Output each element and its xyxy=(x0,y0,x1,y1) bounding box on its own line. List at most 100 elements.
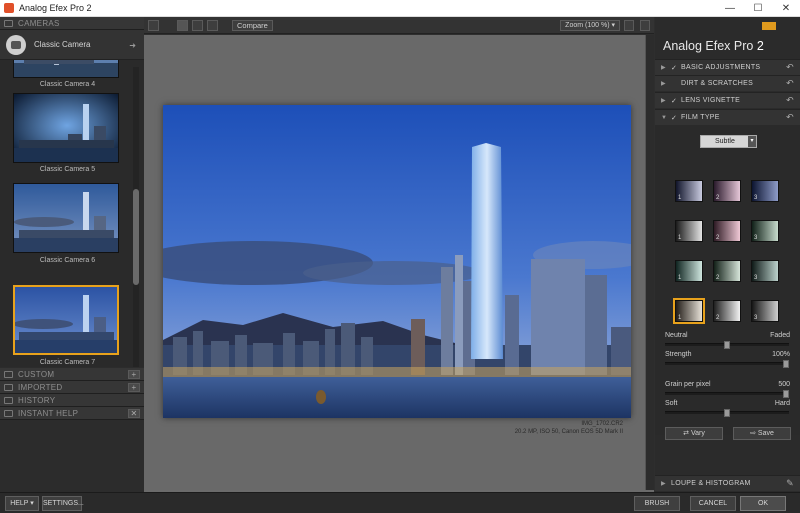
checkmark-icon[interactable]: ✓ xyxy=(671,64,681,72)
section-film-type[interactable]: ▼ ✓ FILM TYPE ↶ xyxy=(655,109,800,125)
split-view-icon[interactable] xyxy=(192,19,203,31)
save-icon: ⇨ xyxy=(750,430,756,437)
folder-icon xyxy=(4,370,13,378)
add-icon[interactable]: + xyxy=(128,370,140,379)
help-icon xyxy=(4,409,13,417)
expand-arrow-icon[interactable]: ▶ xyxy=(661,64,671,71)
film-swatch[interactable]: 3 xyxy=(751,300,779,322)
help-button[interactable]: HELP ▾ xyxy=(5,496,39,511)
chevron-down-icon: ▾ xyxy=(611,22,615,29)
close-button[interactable]: ✕ xyxy=(772,0,800,17)
single-view-icon[interactable] xyxy=(177,19,188,31)
fit-view-icon[interactable] xyxy=(148,19,159,31)
thumbnail-label: Classic Camera 5 xyxy=(39,166,96,173)
film-swatch[interactable]: 2 xyxy=(713,260,741,282)
close-help-icon[interactable]: ✕ xyxy=(128,409,140,418)
cameras-header[interactable]: CAMERAS xyxy=(0,17,144,30)
thumbnail-classic-camera-4[interactable] xyxy=(13,60,119,78)
light-bulb-icon[interactable] xyxy=(624,20,634,31)
scrollbar-thumb[interactable] xyxy=(133,189,139,285)
lower-sections: CUSTOM + IMPORTED + HISTORY INSTANT HELP ✕ xyxy=(0,368,144,420)
reset-icon[interactable]: ↶ xyxy=(786,95,794,106)
checkmark-icon[interactable]: ✓ xyxy=(671,114,681,122)
section-imported[interactable]: IMPORTED + xyxy=(0,381,144,394)
section-history[interactable]: HISTORY xyxy=(0,394,144,407)
vary-button[interactable]: ⇄ Vary xyxy=(665,427,723,440)
view-toolbar: Compare Zoom (100 %) ▾ xyxy=(144,17,654,34)
side-by-side-view-icon[interactable] xyxy=(207,19,218,31)
vary-label: Vary xyxy=(690,430,705,437)
section-label: LOUPE & HISTOGRAM xyxy=(671,480,751,487)
section-custom[interactable]: CUSTOM + xyxy=(0,368,144,381)
background-color-icon[interactable] xyxy=(640,20,650,31)
pin-icon[interactable]: ✎ xyxy=(786,478,794,489)
strength-slider[interactable] xyxy=(665,360,789,368)
minimize-button[interactable]: — xyxy=(716,0,744,17)
nik-logo xyxy=(762,22,776,30)
preset-thumbnails: Classic Camera 4 Classic Camera 5 Classi… xyxy=(0,60,144,367)
slider-handle[interactable] xyxy=(724,409,730,417)
film-swatch[interactable]: 2 xyxy=(713,300,741,322)
section-basic-adjustments[interactable]: ▶ ✓ BASIC ADJUSTMENTS ↶ xyxy=(655,59,800,75)
film-swatch[interactable]: 2 xyxy=(713,220,741,242)
save-button[interactable]: ⇨ Save xyxy=(733,427,791,440)
swatch-number: 1 xyxy=(678,195,682,201)
preset-name: Classic Camera xyxy=(34,40,91,49)
canvas-scrollbar[interactable] xyxy=(646,35,654,490)
swatch-number: 2 xyxy=(716,235,720,241)
expand-arrow-icon[interactable]: ▶ xyxy=(661,97,671,104)
thumbnail-classic-camera-7[interactable] xyxy=(13,285,119,355)
cancel-button[interactable]: CANCEL xyxy=(690,496,736,511)
neutral-faded-slider[interactable] xyxy=(665,341,789,349)
section-label: LENS VIGNETTE xyxy=(681,97,741,104)
soft-hard-slider[interactable] xyxy=(665,409,789,417)
swatch-number: 3 xyxy=(754,195,758,201)
save-label: Save xyxy=(757,430,774,437)
dropdown-value: Subtle xyxy=(715,138,735,145)
expand-arrow-icon[interactable]: ▶ xyxy=(661,80,671,87)
collapse-arrow-icon[interactable]: ▼ xyxy=(661,115,671,121)
film-swatch[interactable]: 3 xyxy=(751,260,779,282)
ok-button[interactable]: OK xyxy=(740,496,786,511)
preview-area: IMG_1702.CR2 20.2 MP, ISO 50, Canon EOS … xyxy=(144,35,646,490)
arrow-right-icon: ➜ xyxy=(129,41,136,50)
slider-handle[interactable] xyxy=(783,390,789,398)
brush-button[interactable]: BRUSH xyxy=(634,496,680,511)
thumbnails-scrollbar[interactable] xyxy=(133,67,139,367)
checkmark-icon[interactable]: ✓ xyxy=(671,97,681,105)
maximize-button[interactable]: ☐ xyxy=(744,0,772,17)
reset-icon[interactable]: ↶ xyxy=(786,78,794,89)
section-label: HISTORY xyxy=(18,395,56,405)
settings-button[interactable]: SETTINGS... xyxy=(42,496,84,511)
film-swatch[interactable]: 1 xyxy=(675,180,703,202)
film-type-panel: Subtle ▾ 1 2 3 1 2 3 1 2 3 1 2 3 Neutral Faded Stren… xyxy=(655,125,800,435)
zoom-dropdown[interactable]: Zoom (100 %) ▾ xyxy=(560,20,620,31)
thumbnail-classic-camera-5[interactable] xyxy=(13,93,119,163)
reset-icon[interactable]: ↶ xyxy=(786,62,794,73)
add-icon[interactable]: + xyxy=(128,383,140,392)
section-loupe-histogram[interactable]: ▶ LOUPE & HISTOGRAM ✎ xyxy=(655,475,800,491)
preset-category[interactable]: Classic Camera ➜ xyxy=(0,30,144,60)
city-skyline-image xyxy=(163,105,631,418)
film-swatch[interactable]: 3 xyxy=(751,220,779,242)
thumbnail-image xyxy=(14,94,118,162)
grain-slider[interactable] xyxy=(665,390,789,398)
film-swatch[interactable]: 1 xyxy=(673,298,705,324)
film-swatch[interactable]: 1 xyxy=(675,260,703,282)
section-lens-vignette[interactable]: ▶ ✓ LENS VIGNETTE ↶ xyxy=(655,92,800,108)
film-swatch[interactable]: 3 xyxy=(751,180,779,202)
slider-handle[interactable] xyxy=(724,341,730,349)
compare-button[interactable]: Compare xyxy=(232,19,273,31)
preview-image xyxy=(163,105,631,418)
film-swatch[interactable]: 1 xyxy=(675,220,703,242)
expand-arrow-icon[interactable]: ▶ xyxy=(661,480,671,487)
slider-handle[interactable] xyxy=(783,360,789,368)
reset-icon[interactable]: ↶ xyxy=(786,112,794,123)
thumbnail-image xyxy=(14,60,118,77)
film-type-dropdown[interactable]: Subtle ▾ xyxy=(700,135,757,148)
right-panel: Analog Efex Pro 2 ▶ ✓ BASIC ADJUSTMENTS ↶ ▶… xyxy=(655,17,800,492)
thumbnail-classic-camera-6[interactable] xyxy=(13,183,119,253)
section-dirt-scratches[interactable]: ▶ DIRT & SCRATCHES ↶ xyxy=(655,75,800,91)
film-swatch[interactable]: 2 xyxy=(713,180,741,202)
section-instant-help[interactable]: INSTANT HELP ✕ xyxy=(0,407,144,420)
